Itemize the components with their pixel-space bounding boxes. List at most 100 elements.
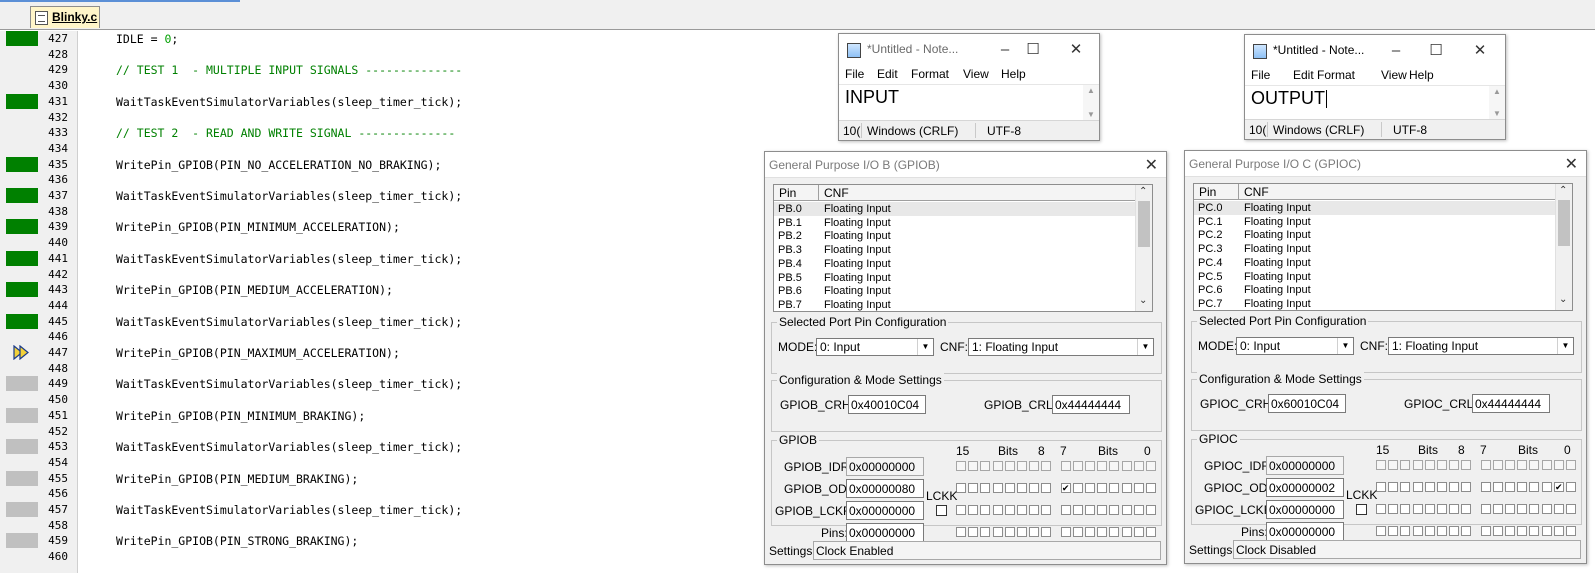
bit-checkbox[interactable]: [1085, 527, 1095, 537]
pin-row[interactable]: PB.7 Floating Input: [774, 298, 1136, 312]
pin-row[interactable]: PC.7 Floating Input: [1194, 297, 1556, 311]
bit-checkbox[interactable]: [1121, 527, 1132, 537]
notepad-titlebar[interactable]: *Untitled - Note... – ☐ ✕: [1245, 35, 1505, 67]
bit-checkbox[interactable]: [1029, 505, 1040, 515]
bit-checkbox[interactable]: [980, 527, 991, 537]
cnf-select[interactable]: 1: Floating Input ▼: [1388, 337, 1574, 355]
mode-select[interactable]: 0: Input ▼: [1236, 337, 1354, 355]
bit-checkbox[interactable]: [1541, 526, 1552, 536]
menu-view[interactable]: View: [963, 67, 989, 81]
odr-field[interactable]: 0x00000002: [1266, 478, 1344, 497]
bit-checkbox[interactable]: [1017, 527, 1027, 537]
pin-row[interactable]: PC.6 Floating Input: [1194, 283, 1556, 297]
bit-checkbox[interactable]: [1400, 482, 1411, 492]
maximize-icon[interactable]: ☐: [1022, 40, 1044, 60]
bit-checkbox[interactable]: [1376, 504, 1386, 514]
chevron-down-icon[interactable]: ▼: [917, 339, 933, 355]
bit-checkbox[interactable]: [1492, 526, 1503, 536]
bit-checkbox[interactable]: ✔: [1553, 482, 1564, 492]
menu-file[interactable]: File: [1251, 68, 1270, 82]
bit-checkbox[interactable]: [1133, 483, 1144, 493]
crh-field[interactable]: 0x60010C04: [1268, 394, 1346, 413]
mode-select[interactable]: 0: Input ▼: [816, 338, 934, 356]
code-line[interactable]: 433 // TEST 2 - READ AND WRITE SIGNAL ---…: [0, 125, 760, 141]
notepad-output-window[interactable]: *Untitled - Note... – ☐ ✕ File Edit Form…: [1244, 34, 1506, 140]
code-line[interactable]: 451 WritePin_GPIOB(PIN_MINIMUM_BRAKING);: [0, 407, 760, 424]
code-line[interactable]: 441 WaitTaskEventSimulatorVariables(sleep…: [0, 250, 760, 267]
bit-checkbox[interactable]: [1424, 504, 1435, 514]
bit-checkbox[interactable]: [1041, 527, 1052, 537]
scrollbar-thumb[interactable]: [1558, 200, 1570, 246]
bit-checkbox[interactable]: [1517, 504, 1528, 514]
pin-row[interactable]: PC.0 Floating Input: [1194, 201, 1556, 215]
close-icon[interactable]: ✕: [1065, 40, 1087, 60]
code-line[interactable]: 455 WritePin_GPIOB(PIN_MEDIUM_BRAKING);: [0, 470, 760, 487]
odr-field[interactable]: 0x00000080: [846, 479, 924, 498]
maximize-icon[interactable]: ☐: [1425, 41, 1447, 61]
lckr-field[interactable]: 0x00000000: [1266, 500, 1344, 519]
code-line[interactable]: 452: [0, 424, 760, 440]
code-line[interactable]: 459 WritePin_GPIOB(PIN_STRONG_BRAKING);: [0, 533, 760, 549]
bit-checkbox[interactable]: [1109, 505, 1120, 515]
close-icon[interactable]: ✕: [1145, 155, 1158, 175]
bit-checkbox[interactable]: [1085, 483, 1095, 493]
notepad-scrollbar[interactable]: ▲ ▼: [1489, 86, 1505, 122]
bit-checkbox[interactable]: [1492, 482, 1503, 492]
bit-checkbox[interactable]: [1505, 526, 1515, 536]
bit-checkbox[interactable]: [1146, 527, 1156, 537]
pin-row[interactable]: PC.3 Floating Input: [1194, 242, 1556, 256]
bit-checkbox[interactable]: [1480, 482, 1491, 492]
bit-checkbox[interactable]: [1376, 526, 1386, 536]
bit-checkbox[interactable]: [1133, 527, 1144, 537]
code-line[interactable]: 440: [0, 235, 760, 251]
crl-field[interactable]: 0x44444444: [1052, 395, 1130, 414]
crl-field[interactable]: 0x44444444: [1472, 394, 1550, 413]
code-line[interactable]: 456: [0, 486, 760, 502]
bit-checkbox[interactable]: [1004, 505, 1015, 515]
bit-checkbox[interactable]: [1004, 483, 1015, 493]
bit-checkbox[interactable]: [968, 527, 979, 537]
pin-row[interactable]: PB.2 Floating Input: [774, 229, 1136, 243]
bit-checkbox[interactable]: [1017, 505, 1027, 515]
pin-row[interactable]: PC.4 Floating Input: [1194, 256, 1556, 270]
bit-checkbox[interactable]: [1437, 482, 1447, 492]
bit-checkbox[interactable]: [1553, 526, 1564, 536]
code-line[interactable]: 442: [0, 267, 760, 283]
bit-checkbox[interactable]: [1529, 526, 1540, 536]
lckk-checkbox[interactable]: [1356, 504, 1367, 515]
bit-checkbox[interactable]: [1461, 526, 1472, 536]
code-line[interactable]: 447 WritePin_GPIOB(PIN_MAXIMUM_ACCELERATI…: [0, 344, 760, 361]
bit-checkbox[interactable]: [1109, 483, 1120, 493]
bit-checkbox[interactable]: [1072, 527, 1083, 537]
bit-checkbox[interactable]: [1376, 482, 1386, 492]
bit-checkbox[interactable]: [1072, 483, 1083, 493]
bit-checkbox[interactable]: [1060, 527, 1071, 537]
bit-checkbox[interactable]: [1480, 504, 1491, 514]
bit-checkbox[interactable]: [1412, 504, 1423, 514]
bit-checkbox[interactable]: [1553, 504, 1564, 514]
col-pin-header[interactable]: Pin: [1199, 185, 1216, 199]
bit-checkbox[interactable]: [1121, 483, 1132, 493]
code-line[interactable]: 448: [0, 361, 760, 377]
bit-checkbox[interactable]: [1424, 482, 1435, 492]
code-line[interactable]: 454: [0, 455, 760, 471]
pin-row[interactable]: PB.5 Floating Input: [774, 271, 1136, 285]
bit-checkbox[interactable]: [1449, 526, 1460, 536]
bit-checkbox[interactable]: [1017, 483, 1027, 493]
pin-list-scrollbar[interactable]: ⌃ ⌄: [1135, 185, 1152, 311]
code-line[interactable]: 436: [0, 172, 760, 188]
chevron-down-icon[interactable]: ▼: [1337, 338, 1353, 354]
code-line[interactable]: 438: [0, 204, 760, 220]
code-line[interactable]: 443 WritePin_GPIOB(PIN_MEDIUM_ACCELERATIO…: [0, 282, 760, 298]
bit-checkbox[interactable]: [1388, 526, 1399, 536]
gpioc-window[interactable]: General Purpose I/O C (GPIOC) ✕ Pin CNF …: [1184, 150, 1587, 564]
bit-checkbox[interactable]: [1029, 483, 1040, 493]
chevron-down-icon[interactable]: ⌄: [1559, 294, 1567, 305]
bit-checkbox[interactable]: [1461, 504, 1472, 514]
menu-file[interactable]: File: [845, 67, 864, 81]
bit-checkbox[interactable]: [1412, 526, 1423, 536]
menu-format[interactable]: Format: [1317, 68, 1355, 82]
bit-checkbox[interactable]: [1388, 482, 1399, 492]
code-line[interactable]: 444: [0, 298, 760, 314]
notepad-text-area[interactable]: OUTPUT ▲ ▼: [1245, 85, 1505, 122]
